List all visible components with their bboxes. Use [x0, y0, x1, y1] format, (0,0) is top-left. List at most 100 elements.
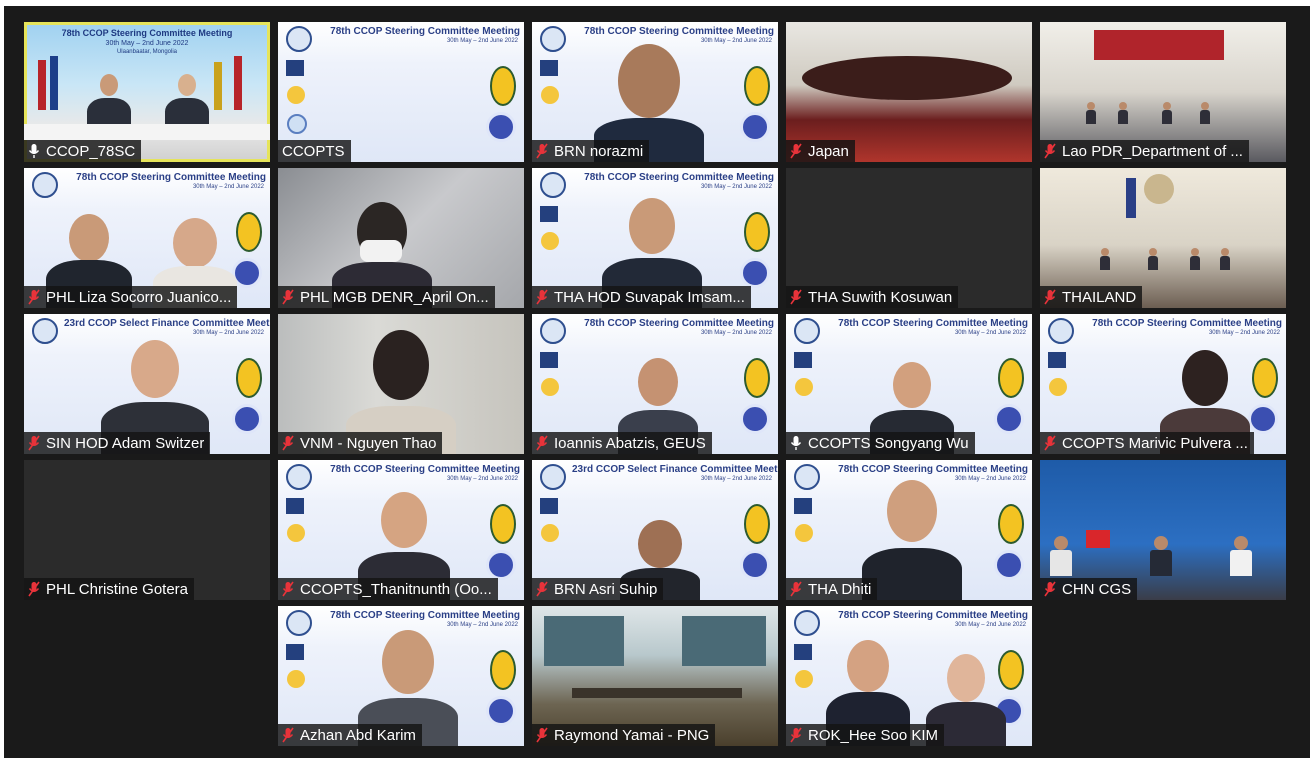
video-tile-rok-hee-soo-kim[interactable]: 78th CCOP Steering Committee Meeting 30t… [786, 606, 1032, 746]
video-tile-tha-suwith[interactable]: THA Suwith Kosuwan [786, 168, 1032, 308]
seal-icon [1248, 404, 1278, 434]
video-tile-chn-cgs[interactable]: CHN CGS [1040, 460, 1286, 600]
banner-dates: 30th May – 2nd June 2022 [954, 476, 1026, 482]
seal-icon [994, 550, 1024, 580]
video-tile-thailand[interactable]: THAILAND [1040, 168, 1286, 308]
emblem-icon [1252, 358, 1278, 398]
participant-name-bar: BRN Asri Suhip [532, 578, 664, 600]
ministry-logo [286, 644, 304, 660]
muted-microphone-icon [790, 581, 802, 597]
muted-microphone-icon [1044, 143, 1056, 159]
participant-name-bar: THA Suwith Kosuwan [786, 286, 959, 308]
banner-title: 23rd CCOP Select Finance Committee Meeti… [572, 464, 778, 475]
participant-name: Ioannis Abatzis, GEUS [554, 434, 706, 452]
video-tile-ccopts-thanitnunth[interactable]: 78th CCOP Steering Committee Meeting 30t… [278, 460, 524, 600]
ccop-logo [540, 318, 566, 344]
ministry-logo [1048, 352, 1066, 368]
emblem-icon [744, 358, 770, 398]
seal-icon [740, 404, 770, 434]
participant-video [1190, 248, 1200, 270]
participant-name: CCOPTS Songyang Wu [808, 434, 969, 452]
participant-name: CCOPTS Marivic Pulvera ... [1062, 434, 1248, 452]
emblem-icon [287, 670, 305, 688]
seal-icon [740, 112, 770, 142]
emblem-icon [998, 504, 1024, 544]
participant-video [1200, 102, 1210, 124]
video-tile-ccopts-songyang-wu[interactable]: 78th CCOP Steering Committee Meeting 30t… [786, 314, 1032, 454]
video-tile-raymond-yamai[interactable]: Raymond Yamai - PNG [532, 606, 778, 746]
flag [1126, 178, 1136, 218]
video-tile-sin-hod-adam[interactable]: 23rd CCOP Select Finance Committee Meeti… [24, 314, 270, 454]
seal-icon [287, 114, 307, 134]
participant-name-bar: CCOPTS_Thanitnunth (Oo... [278, 578, 498, 600]
banner-title: 78th CCOP Steering Committee Meeting [584, 172, 774, 183]
banner-title: 78th CCOP Steering Committee Meeting [838, 318, 1028, 329]
video-tile-phl-christine[interactable]: PHL Christine Gotera [24, 460, 270, 600]
emblem-icon [236, 358, 262, 398]
video-tile-japan[interactable]: Japan [786, 22, 1032, 162]
participant-name-bar: Ioannis Abatzis, GEUS [532, 432, 712, 454]
video-tile-lao-pdr[interactable]: Lao PDR_Department of ... [1040, 22, 1286, 162]
participant-name-bar: ROK_Hee Soo KIM [786, 724, 945, 746]
ccop-logo [32, 172, 58, 198]
video-tile-tha-dhiti[interactable]: 78th CCOP Steering Committee Meeting 30t… [786, 460, 1032, 600]
emblem-icon [287, 524, 305, 542]
seal-icon [994, 404, 1024, 434]
participant-name-bar: Raymond Yamai - PNG [532, 724, 716, 746]
video-tile-ccop-78sc[interactable]: 78th CCOP Steering Committee Meeting 30t… [24, 22, 270, 162]
participant-name: THA Dhiti [808, 580, 872, 598]
participant-name-bar: Japan [786, 140, 855, 162]
banner-dates: 30th May – 2nd June 2022 [700, 330, 772, 336]
participant-video [1050, 536, 1072, 576]
emblem-icon [541, 232, 559, 250]
video-tile-brn-asri-suhip[interactable]: 23rd CCOP Select Finance Committee Meeti… [532, 460, 778, 600]
participant-name: CCOPTS_Thanitnunth (Oo... [300, 580, 492, 598]
banner-title: 78th CCOP Steering Committee Meeting [330, 610, 520, 621]
participant-name-bar: THA Dhiti [786, 578, 878, 600]
gallery-view: 78th CCOP Steering Committee Meeting 30t… [4, 6, 1310, 758]
video-tile-azhan-abd-karim[interactable]: 78th CCOP Steering Committee Meeting 30t… [278, 606, 524, 746]
ministry-logo [540, 498, 558, 514]
emblem-icon [744, 504, 770, 544]
video-tile-phl-mgb-denr[interactable]: PHL MGB DENR_April On... [278, 168, 524, 308]
participant-name-bar: SIN HOD Adam Switzer [24, 432, 211, 454]
banner-dates: 30th May – 2nd June 2022 [954, 330, 1026, 336]
participant-name: CCOP_78SC [46, 142, 136, 160]
seal-icon [486, 550, 516, 580]
participant-name: THA Suwith Kosuwan [808, 288, 953, 306]
muted-microphone-icon [790, 727, 802, 743]
banner-dates: 30th May – 2nd June 2022 [954, 622, 1026, 628]
emblem-icon [1049, 378, 1067, 396]
participant-name-bar: Azhan Abd Karim [278, 724, 422, 746]
emblem-icon [795, 524, 813, 542]
participant-name: Raymond Yamai - PNG [554, 726, 710, 744]
ccop-logo [540, 172, 566, 198]
video-tile-ccopts-marivic[interactable]: 78th CCOP Steering Committee Meeting 30t… [1040, 314, 1286, 454]
participant-video [1148, 248, 1158, 270]
participant-name: PHL Christine Gotera [46, 580, 189, 598]
video-tile-tha-hod-suvapak[interactable]: 78th CCOP Steering Committee Meeting 30t… [532, 168, 778, 308]
participant-name: PHL MGB DENR_April On... [300, 288, 489, 306]
participant-name-bar: CCOPTS [278, 140, 351, 162]
microphone-icon [790, 436, 802, 450]
muted-microphone-icon [536, 727, 548, 743]
main-banner-title: 78th CCOP Steering Committee Meeting [61, 28, 233, 38]
muted-microphone-icon [1044, 435, 1056, 451]
video-tile-vnm-nguyen-thao[interactable]: VNM - Nguyen Thao [278, 314, 524, 454]
video-tile-ccopts[interactable]: 78th CCOP Steering Committee Meeting 30t… [278, 22, 524, 162]
muted-microphone-icon [282, 289, 294, 305]
video-tile-phl-liza[interactable]: 78th CCOP Steering Committee Meeting 30t… [24, 168, 270, 308]
emblem-icon [998, 358, 1024, 398]
ccop-logo [794, 610, 820, 636]
muted-microphone-icon [282, 581, 294, 597]
banner-dates: 30th May – 2nd June 2022 [700, 38, 772, 44]
emblem-icon [541, 524, 559, 542]
muted-microphone-icon [28, 289, 40, 305]
participant-name-bar: PHL MGB DENR_April On... [278, 286, 495, 308]
participant-name: SIN HOD Adam Switzer [46, 434, 205, 452]
participant-video [1150, 536, 1172, 576]
video-tile-ioannis-abatzis[interactable]: 78th CCOP Steering Committee Meeting 30t… [532, 314, 778, 454]
banner-title: 78th CCOP Steering Committee Meeting [330, 464, 520, 475]
video-tile-brn-norazmi[interactable]: 78th CCOP Steering Committee Meeting 30t… [532, 22, 778, 162]
main-banner-location: Ulaanbaatar, Mongolia [116, 49, 178, 55]
